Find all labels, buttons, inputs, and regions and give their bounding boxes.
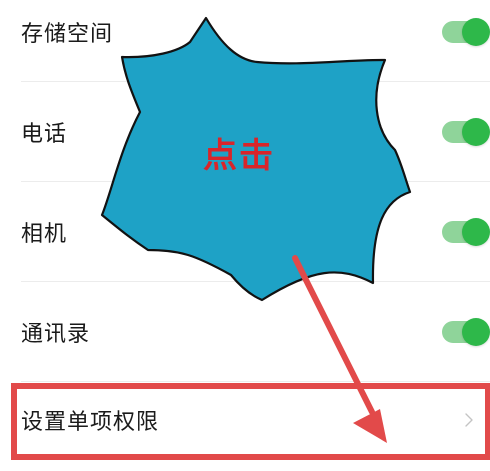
permission-row-storage[interactable]: 存储空间: [0, 0, 490, 82]
permission-label-storage: 存储空间: [21, 22, 114, 47]
toggle-knob: [462, 318, 490, 346]
app-permissions-screen: 存储空间 电话 相机 通讯录 设置单项权限: [0, 0, 490, 471]
chevron-right-icon: [465, 413, 473, 427]
single-permission-label: 设置单项权限: [21, 410, 160, 435]
permission-label-contacts: 通讯录: [21, 322, 91, 347]
storage-toggle[interactable]: [442, 18, 490, 46]
toggle-knob: [462, 218, 490, 246]
toggle-knob: [462, 18, 490, 46]
permission-label-phone: 电话: [21, 122, 68, 147]
permission-row-camera[interactable]: 相机: [0, 182, 490, 282]
callout-text: 点击: [203, 136, 275, 176]
permission-row-contacts[interactable]: 通讯录: [0, 282, 490, 382]
phone-toggle[interactable]: [442, 118, 490, 146]
contacts-toggle[interactable]: [442, 318, 490, 346]
single-permission-row[interactable]: 设置单项权限: [0, 370, 490, 470]
toggle-knob: [462, 118, 490, 146]
permission-label-camera: 相机: [21, 222, 68, 247]
camera-toggle[interactable]: [442, 218, 490, 246]
